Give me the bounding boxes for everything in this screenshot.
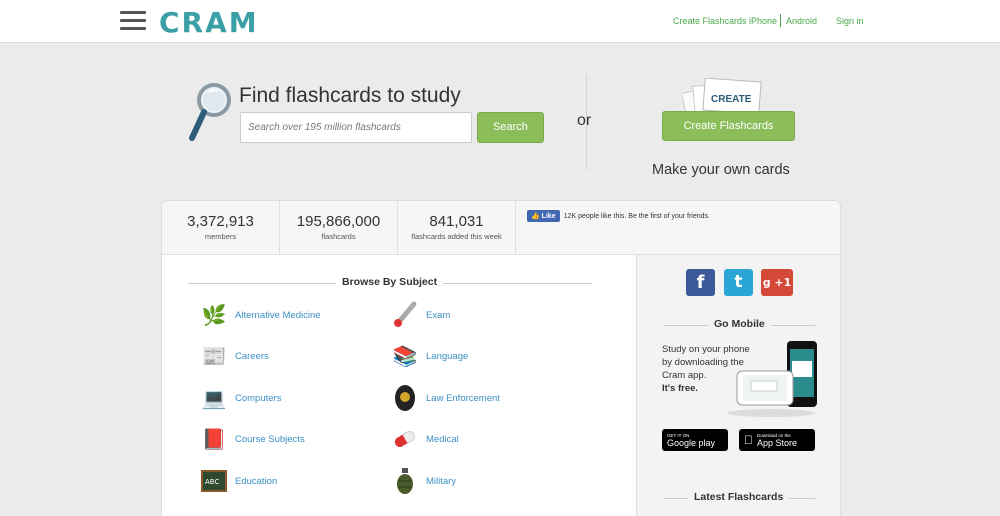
subject-exam[interactable]: Exam — [390, 300, 450, 330]
create-card-label: CREATE — [711, 94, 752, 105]
browse-heading: Browse By Subject — [336, 276, 444, 288]
subject-label: Military — [426, 475, 457, 487]
hamburger-menu-icon[interactable] — [120, 11, 146, 31]
create-cards-illustration: CREATE — [682, 78, 762, 114]
stat-label: flashcards added this week — [411, 232, 502, 241]
stat-number: 195,866,000 — [296, 213, 381, 230]
facebook-like-label: Like — [541, 213, 556, 220]
subject-label: Exam — [426, 309, 451, 321]
stat-label: members — [204, 232, 237, 241]
computer-icon: 💻 — [201, 387, 227, 410]
stat-flashcards: 195,866,000 flashcards — [280, 201, 398, 255]
facebook-like-button[interactable]: 👍 Like — [527, 210, 560, 222]
stat-members: 3,372,913 members — [162, 201, 280, 255]
subject-alternative-medicine[interactable]: 🌿 Alternative Medicine — [199, 300, 321, 330]
subject-course-subjects[interactable]: 📕 Course Subjects — [199, 424, 305, 454]
subject-law-enforcement[interactable]: Law Enforcement — [390, 383, 500, 413]
google-play-button[interactable]: GET IT ON Google play — [662, 429, 728, 451]
subject-military[interactable]: Military — [390, 466, 456, 496]
chalkboard-icon: ABC — [199, 467, 229, 495]
hero-divider — [586, 74, 587, 170]
go-mobile-heading: Go Mobile — [708, 318, 771, 330]
subject-label: Course Subjects — [235, 433, 305, 445]
pill-icon — [390, 425, 420, 453]
google-play-large-text: Google play — [667, 437, 716, 448]
dictionary-stack-icon: 📚 — [392, 345, 418, 368]
phones-illustration — [727, 341, 817, 417]
stat-number: 3,372,913 — [187, 213, 254, 230]
stat-number: 841,031 — [429, 213, 484, 230]
books-icon: 📕 — [201, 428, 227, 451]
top-header: CRAM Create Flashcards iPhone Android Si… — [0, 0, 1000, 43]
android-link[interactable]: Android — [786, 16, 817, 26]
subject-label: Medical — [426, 433, 459, 445]
facebook-like-widget: 👍 Like 12K people like this. Be the firs… — [527, 209, 710, 223]
herbs-icon: 🌿 — [201, 304, 227, 327]
hero-title: Find flashcards to study — [239, 84, 461, 107]
subject-language[interactable]: 📚 Language — [390, 341, 469, 371]
subject-label: Language — [426, 350, 469, 362]
app-store-large-text: App Store — [748, 437, 797, 448]
or-separator-text: or — [577, 112, 592, 129]
latest-flashcards-heading: Latest Flashcards — [688, 491, 790, 503]
iphone-link[interactable]: iPhone — [749, 16, 777, 26]
grenade-icon — [390, 467, 420, 495]
app-store-button[interactable]:  Download on the App Store — [739, 429, 815, 451]
stat-label: flashcards — [321, 232, 356, 241]
make-own-cards-text: Make your own cards — [652, 162, 790, 178]
svg-text:ABC: ABC — [205, 478, 219, 486]
header-link-divider — [780, 14, 781, 27]
subject-education[interactable]: ABC Education — [199, 466, 277, 496]
subject-medical[interactable]: Medical — [390, 424, 459, 454]
subject-label: Computers — [235, 392, 282, 404]
subject-computers[interactable]: 💻 Computers — [199, 383, 282, 413]
cram-logo[interactable]: CRAM — [159, 6, 259, 39]
sign-in-link[interactable]: Sign in — [836, 16, 864, 26]
main-panel: 3,372,913 members 195,866,000 flashcards… — [161, 200, 841, 516]
stat-added-this-week: 841,031 flashcards added this week — [398, 201, 516, 255]
subject-label: Education — [235, 475, 278, 487]
facebook-like-text: 12K people like this. Be the first of yo… — [563, 212, 710, 220]
browse-by-subject-section: Browse By Subject 🌿 Alternative Medicine… — [162, 255, 636, 516]
create-flashcards-button[interactable]: Create Flashcards — [662, 111, 795, 141]
subject-label: Careers — [235, 350, 269, 362]
right-sidebar: f t g +1 Go Mobile Study on your phone b… — [636, 255, 840, 516]
subject-label: Alternative Medicine — [235, 309, 321, 321]
thermometer-icon — [390, 301, 420, 329]
apple-icon:  — [744, 433, 753, 447]
jobs-newspaper-icon: 📰 — [201, 345, 227, 368]
google-plus-icon[interactable]: g +1 — [761, 269, 793, 296]
facebook-icon[interactable]: f — [686, 269, 715, 296]
search-button[interactable]: Search — [477, 112, 544, 143]
police-badge-icon — [390, 384, 420, 412]
subject-careers[interactable]: 📰 Careers — [199, 341, 269, 371]
stats-bar: 3,372,913 members 195,866,000 flashcards… — [162, 201, 840, 255]
magnifying-glass-icon — [189, 83, 231, 141]
twitter-icon[interactable]: t — [724, 269, 753, 296]
create-flashcards-link[interactable]: Create Flashcards — [673, 16, 747, 26]
search-input[interactable] — [240, 112, 472, 143]
subject-label: Law Enforcement — [426, 392, 500, 404]
